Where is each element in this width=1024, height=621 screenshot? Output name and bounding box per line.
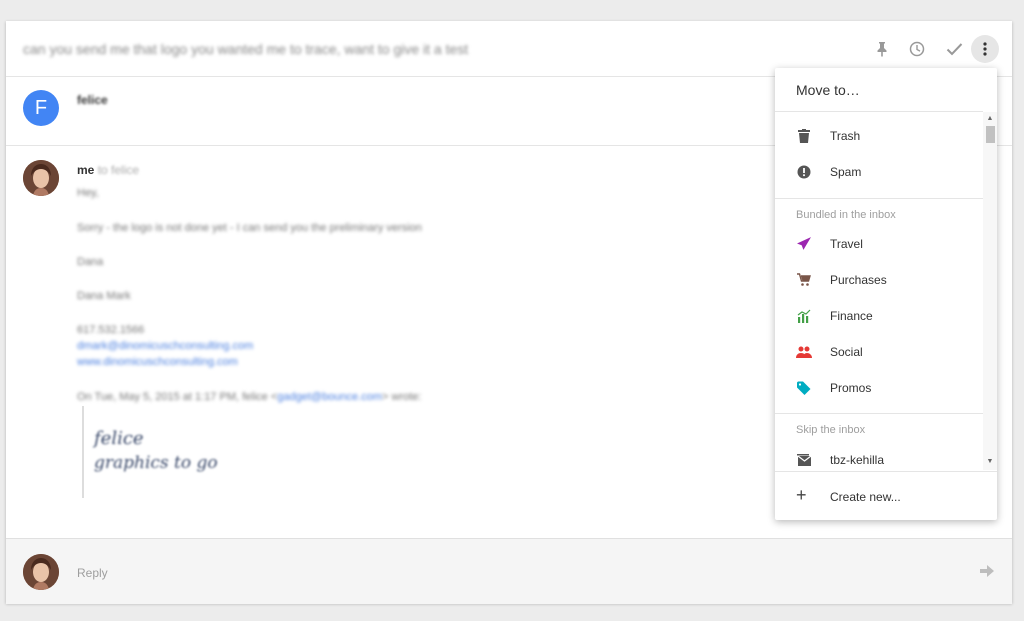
plus-icon: + [796,485,807,505]
tag-icon [795,379,813,397]
sign-name: Dana [77,256,104,268]
snooze-clock-icon[interactable] [907,39,927,59]
menu-item-label: Trash [830,129,861,143]
scroll-thumb[interactable] [986,126,995,143]
section-label-skip: Skip the inbox [796,424,866,436]
menu-item-spam[interactable]: Spam [775,154,983,190]
menu-item-label: Finance [830,309,873,323]
menu-item-label: Promos [830,381,872,395]
spam-icon [795,163,813,181]
reply-input[interactable]: Reply [77,566,108,580]
menu-item-trash[interactable]: Trash [775,118,983,154]
quote-header: On Tue, May 5, 2015 at 1:17 PM, felice <… [77,391,421,403]
quote-tail-text: > wrote: [382,391,422,403]
cart-icon [795,271,813,289]
quote-bar [82,406,84,498]
menu-item-travel[interactable]: Travel [775,226,983,262]
menu-item-finance[interactable]: Finance [775,298,983,334]
menu-item-label: Purchases [830,273,887,287]
menu-divider [775,413,983,414]
signature-line1: felice [92,428,144,449]
reply-bar[interactable]: Reply [6,538,1012,604]
menu-item-label: tbz-kehilla [830,453,885,467]
people-icon [795,343,813,361]
quote-header-text: On Tue, May 5, 2015 at 1:17 PM, felice < [77,391,278,403]
more-vert-icon [983,42,987,56]
thread-subject: can you send me that logo you wanted me … [23,41,469,57]
menu-divider [775,198,983,199]
sender-name: felice [77,93,108,107]
trash-icon [795,127,813,145]
signature-line2: graphics to go [94,453,218,473]
body-text: Sorry - the logo is not done yet - I can… [77,222,422,234]
menu-item-social[interactable]: Social [775,334,983,370]
more-options-button[interactable] [971,35,999,63]
send-arrow-icon[interactable] [980,564,996,580]
label-envelope-icon [795,451,813,469]
sender-name: me [77,163,95,177]
sign-phone: 617.532.1566 [77,324,145,336]
menu-divider [775,111,983,112]
create-new-label: Create new... [830,490,901,504]
chart-icon [795,307,813,325]
pin-icon[interactable] [872,39,892,59]
move-to-menu: Move to… Trash Spam Bundled in the inbox… [775,68,997,520]
quote-email-link[interactable]: gadget@bounce.com [277,391,382,403]
menu-item-promos[interactable]: Promos [775,370,983,406]
avatar [23,554,59,590]
menu-item-purchases[interactable]: Purchases [775,262,983,298]
sender-line: me to felice [77,163,139,177]
scroll-down-icon[interactable]: ▼ [986,458,994,466]
section-label-bundled: Bundled in the inbox [796,209,896,221]
menu-item-label: Travel [830,237,863,251]
avatar [23,160,59,196]
sign-fullname: Dana Mark [77,290,131,302]
plane-icon [795,235,813,253]
scroll-up-icon[interactable]: ▲ [986,115,994,123]
sign-email-link[interactable]: dmark@dinomicuschconsulting.com [77,340,253,352]
quoted-signature-image: felice graphics to go [92,424,232,480]
menu-item-label: Spam [830,165,862,179]
menu-item-create-new[interactable]: + Create new... [775,471,997,521]
done-check-icon[interactable] [944,39,964,59]
greeting-text: Hey, [77,187,99,199]
menu-item-label: Social [830,345,863,359]
recipient-text[interactable]: to felice [98,163,139,177]
sign-web-link[interactable]: www.dinomicuschconsulting.com [77,356,238,368]
menu-title: Move to… [796,82,860,98]
menu-scrollbar[interactable]: ▲ ▼ [983,112,997,470]
avatar: F [23,90,59,126]
